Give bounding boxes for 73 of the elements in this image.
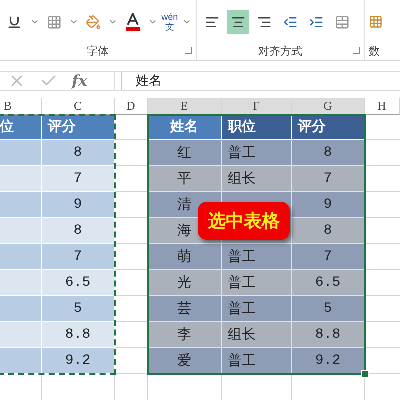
table-cell: 普工 xyxy=(222,140,292,166)
table-cell: 6.5 xyxy=(42,270,115,296)
dialog-launcher-icon[interactable] xyxy=(185,47,192,54)
table-cell: 9.2 xyxy=(42,348,115,374)
table-cell: 普工 xyxy=(222,296,292,322)
table-cell xyxy=(0,192,42,218)
table-cell: 芸 xyxy=(148,296,222,322)
align-center-button[interactable] xyxy=(227,10,249,34)
group-label: 数 xyxy=(369,44,381,60)
table-cell: 8.8 xyxy=(292,322,365,348)
group-label: 对齐方式 xyxy=(258,44,304,60)
format-icon xyxy=(369,15,383,29)
formula-input[interactable]: 姓名 xyxy=(121,72,400,90)
table-cell xyxy=(0,348,42,374)
increase-indent-icon xyxy=(308,14,324,30)
table-cell: 光 xyxy=(148,270,222,296)
table-header-cell: 职位 xyxy=(222,115,292,140)
table-cell: 普工 xyxy=(222,348,292,374)
column-header[interactable]: F xyxy=(222,98,292,115)
table-cell: 8 xyxy=(292,218,365,244)
table-cell: 李 xyxy=(148,322,222,348)
column-header[interactable]: C xyxy=(42,98,115,115)
group-label: 字体 xyxy=(86,44,110,60)
align-right-icon xyxy=(256,14,272,30)
insert-function-button[interactable]: fx xyxy=(72,72,88,90)
table-cell: 8 xyxy=(42,140,115,166)
table-cell: 7 xyxy=(42,166,115,192)
table-cell: 7 xyxy=(292,166,365,192)
paint-bucket-icon xyxy=(86,14,102,30)
font-color-icon xyxy=(125,13,142,31)
table-cell: 红 xyxy=(148,140,222,166)
table-cell: 6.5 xyxy=(292,270,365,296)
align-left-icon xyxy=(204,14,220,30)
dialog-launcher-icon[interactable] xyxy=(353,47,360,54)
table-cell xyxy=(0,296,42,322)
callout-label: 选中表格 xyxy=(198,202,290,240)
table-cell: 萌 xyxy=(148,244,222,270)
borders-icon xyxy=(46,14,62,30)
table-cell: 8.8 xyxy=(42,322,115,348)
table-cell xyxy=(0,244,42,270)
column-header[interactable]: D xyxy=(115,98,148,115)
table-cell: 5 xyxy=(42,296,115,322)
align-center-icon xyxy=(230,14,246,30)
merge-cells-icon xyxy=(334,14,350,30)
table-cell: 平 xyxy=(148,166,222,192)
table-cell: 组长 xyxy=(222,166,292,192)
table-cell: 8 xyxy=(292,140,365,166)
table-cell xyxy=(0,218,42,244)
table-cell: 9 xyxy=(292,192,365,218)
fill-handle[interactable] xyxy=(361,370,369,378)
column-header[interactable]: H xyxy=(365,98,400,115)
column-header[interactable]: G xyxy=(292,98,365,115)
phonetic-guide-button[interactable]: wén 文 xyxy=(162,12,178,32)
table-header-cell: 姓名 xyxy=(148,115,222,140)
table-cell xyxy=(0,140,42,166)
decrease-indent-icon xyxy=(282,14,298,30)
table-cell: 普工 xyxy=(222,244,292,270)
table-cell xyxy=(0,166,42,192)
table-cell: 9.2 xyxy=(292,348,365,374)
column-header[interactable]: E xyxy=(148,98,222,115)
table-cell: 9 xyxy=(42,192,115,218)
table-cell xyxy=(0,270,42,296)
table-cell: 组长 xyxy=(222,322,292,348)
table-cell xyxy=(0,322,42,348)
table-header-cell: 评分 xyxy=(292,115,365,140)
table-header-cell: 评分 xyxy=(42,115,115,140)
table-cell: 7 xyxy=(292,244,365,270)
table-cell: 爱 xyxy=(148,348,222,374)
table-cell: 7 xyxy=(42,244,115,270)
table-cell: 5 xyxy=(292,296,365,322)
table-cell: 8 xyxy=(42,218,115,244)
table-cell: 普工 xyxy=(222,270,292,296)
underline-icon xyxy=(7,14,22,30)
